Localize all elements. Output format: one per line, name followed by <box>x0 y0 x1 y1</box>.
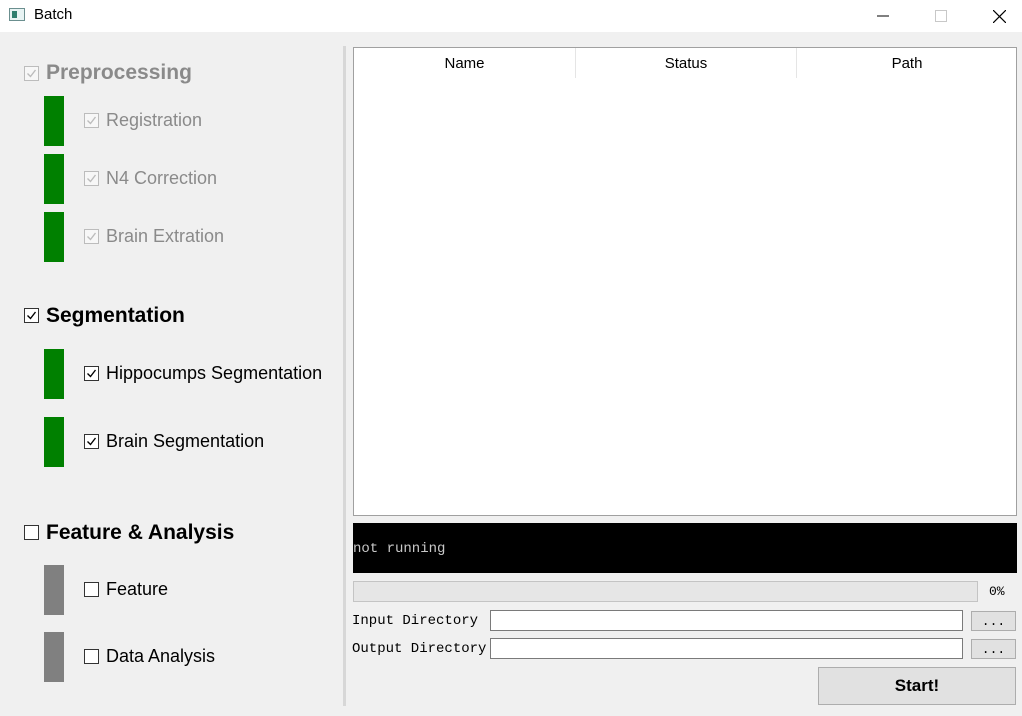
data-analysis-checkbox[interactable] <box>84 649 99 664</box>
progress-percent: 0% <box>989 584 1005 599</box>
feature-analysis-checkbox[interactable] <box>24 525 39 540</box>
input-directory-field[interactable] <box>490 610 963 631</box>
feature-status-indicator <box>44 565 64 615</box>
registration-status-indicator <box>44 96 64 146</box>
output-directory-field[interactable] <box>490 638 963 659</box>
start-button[interactable]: Start! <box>818 667 1016 705</box>
table-header: Name Status Path <box>354 48 1016 78</box>
segmentation-checkbox[interactable] <box>24 308 39 323</box>
window-title: Batch <box>34 6 73 23</box>
feature-checkbox[interactable] <box>84 582 99 597</box>
maximize-button[interactable] <box>918 0 964 32</box>
input-directory-label: Input Directory <box>352 613 479 629</box>
brain-extraction-status-indicator <box>44 212 64 262</box>
brain-segmentation-checkbox[interactable] <box>84 434 99 449</box>
hippocampus-segmentation-checkbox[interactable] <box>84 366 99 381</box>
n4-correction-status-indicator <box>44 154 64 204</box>
column-header-status[interactable]: Status <box>575 48 796 78</box>
registration-label: Registration <box>106 110 203 130</box>
data-analysis-status-indicator <box>44 632 64 682</box>
preprocessing-checkbox[interactable] <box>24 66 39 81</box>
preprocessing-title: Preprocessing <box>46 61 192 84</box>
hippocampus-segmentation-status-indicator <box>44 349 64 399</box>
feature-label: Feature <box>106 579 169 599</box>
data-analysis-label: Data Analysis <box>106 646 216 666</box>
console-status-text: not running <box>353 541 446 557</box>
jobs-table[interactable]: Name Status Path <box>353 47 1017 516</box>
column-header-path[interactable]: Path <box>796 48 1017 78</box>
registration-checkbox[interactable] <box>84 113 99 128</box>
close-button[interactable] <box>976 0 1022 32</box>
brain-extraction-label: Brain Extration <box>106 226 225 246</box>
brain-segmentation-label: Brain Segmentation <box>106 431 265 451</box>
panel-splitter[interactable] <box>343 46 346 706</box>
hippocampus-segmentation-label: Hippocumps Segmentation <box>106 363 323 383</box>
segmentation-title: Segmentation <box>46 304 185 327</box>
output-directory-label: Output Directory <box>352 641 487 657</box>
log-console: not running <box>353 523 1017 573</box>
n4-correction-label: N4 Correction <box>106 168 218 188</box>
brain-segmentation-status-indicator <box>44 417 64 467</box>
column-header-name[interactable]: Name <box>354 48 575 78</box>
output-directory-browse-button[interactable]: ... <box>971 639 1016 659</box>
input-directory-browse-button[interactable]: ... <box>971 611 1016 631</box>
title-bar: Batch <box>0 0 1022 32</box>
minimize-button[interactable] <box>860 0 906 32</box>
app-icon <box>9 8 25 21</box>
feature-analysis-title: Feature & Analysis <box>46 521 235 544</box>
progress-bar <box>353 581 978 602</box>
n4-correction-checkbox[interactable] <box>84 171 99 186</box>
brain-extraction-checkbox[interactable] <box>84 229 99 244</box>
